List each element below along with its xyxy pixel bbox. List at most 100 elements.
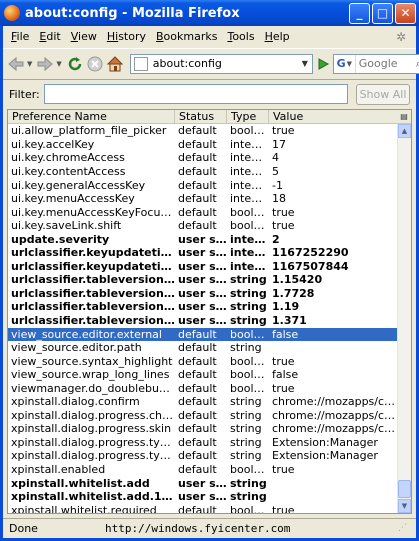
table-row[interactable]: update.severity user setinteger2	[8, 233, 397, 247]
reload-button[interactable]	[66, 53, 84, 75]
table-row[interactable]: ui.allow_platform_file_picker default bool…	[8, 124, 397, 138]
title-bar[interactable]: about:config - Mozilla Firefox _ □ ✕	[0, 0, 419, 26]
home-button[interactable]	[106, 53, 124, 75]
search-engine-selector[interactable]: G ▼	[334, 54, 356, 73]
address-bar[interactable]: ▼	[129, 53, 313, 74]
table-row[interactable]: urlclassifier.tableversion.goog...user s…	[8, 287, 397, 301]
table-row[interactable]: xpinstall.dialog.progress.type.chr...def…	[8, 436, 397, 450]
menu-item[interactable]: Edit	[35, 30, 66, 43]
menu-item[interactable]: Tools	[223, 30, 260, 43]
table-row[interactable]: urlclassifier.tableversion.goog...user s…	[8, 314, 397, 328]
table-row[interactable]: view_source.wrap_long_lines default boolea…	[8, 368, 397, 382]
status-cell: default	[178, 463, 217, 477]
go-button[interactable]	[316, 57, 330, 71]
scroll-up-arrow-icon[interactable]: ▲	[398, 124, 411, 139]
back-history-dropdown[interactable]: ▼	[27, 60, 32, 68]
menu-item[interactable]: History	[103, 30, 152, 43]
value-cell: false	[272, 368, 299, 382]
table-row[interactable]: ui.key.menuAccessKeyFocuses default boolea…	[8, 206, 397, 220]
forward-button[interactable]	[36, 53, 54, 75]
table-row[interactable]: ui.key.saveLink.shift default booleantrue	[8, 219, 397, 233]
status-cell: default	[178, 368, 217, 382]
status-cell: user set	[178, 490, 227, 504]
table-row[interactable]: xpinstall.whitelist.add user set string	[8, 477, 397, 491]
table-row[interactable]: xpinstall.whitelist.add.103 user set strin…	[8, 490, 397, 504]
url-input[interactable]	[152, 57, 298, 71]
menu-item[interactable]: File	[7, 30, 35, 43]
type-cell: string	[230, 422, 262, 436]
value-cell	[269, 490, 397, 504]
column-header-type[interactable]: Type	[227, 110, 269, 124]
value-cell: 18	[272, 192, 286, 206]
menu-item-label: ile	[16, 30, 30, 44]
firefox-logo-icon	[4, 5, 20, 21]
stop-button[interactable]	[86, 53, 104, 75]
status-cell: default	[178, 449, 217, 463]
table-row[interactable]: urlclassifier.keyupdatetime.ht...user se…	[8, 246, 397, 260]
go-arrow-icon	[318, 57, 329, 70]
pref-name-cell: ui.key.accelKey	[11, 137, 95, 151]
resize-grip-icon[interactable]: ⋰	[398, 523, 410, 535]
value-cell	[269, 477, 397, 491]
type-cell: string	[230, 435, 262, 449]
pref-name-cell: view_source.syntax_highlight	[11, 354, 173, 368]
table-row[interactable]: urlclassifier.tableversion.goog...user s…	[8, 300, 397, 314]
column-header-status[interactable]: Status	[175, 110, 227, 124]
menu-item[interactable]: Bookmarks	[152, 30, 223, 43]
table-row[interactable]: urlclassifier.keyupdatetime.ht...user se…	[8, 260, 397, 274]
table-row[interactable]: ui.key.accelKey default integer 17	[8, 138, 397, 152]
table-row[interactable]: ui.key.chromeAccess default integer 4	[8, 151, 397, 165]
type-cell: integer	[230, 192, 269, 206]
filter-input[interactable]	[43, 84, 348, 105]
column-header-preference-name[interactable]: Preference Name	[8, 110, 175, 124]
pref-name-cell: xpinstall.whitelist.add	[11, 476, 150, 490]
value-cell: chrome://mozapps/conte...	[272, 408, 397, 422]
table-row[interactable]: ui.key.generalAccessKey default integer -1	[8, 179, 397, 193]
table-row[interactable]: xpinstall.whitelist.required default boole…	[8, 504, 397, 513]
maximize-button[interactable]: □	[372, 2, 393, 24]
pref-name-cell: update.severity	[11, 232, 110, 246]
status-cell: user set	[178, 476, 227, 490]
table-row[interactable]: urlclassifier.tableversion.goog...user s…	[8, 273, 397, 287]
table-row[interactable]: xpinstall.dialog.progress.type.skindefau…	[8, 449, 397, 463]
preferences-table[interactable]: Preference Name Status Type Value ▤ ui.a…	[7, 109, 412, 515]
table-row[interactable]: viewmanager.do_doublebufferingdefault boo…	[8, 382, 397, 396]
pref-name-cell: ui.key.generalAccessKey	[11, 178, 146, 192]
vertical-scrollbar[interactable]: ▲ ▼	[397, 124, 411, 514]
close-button[interactable]: ✕	[395, 2, 416, 24]
table-row[interactable]: ui.key.contentAccess default integer 5	[8, 165, 397, 179]
pref-name-cell: ui.key.contentAccess	[11, 165, 126, 178]
column-header-value[interactable]: Value	[269, 110, 397, 123]
table-row[interactable]: view_source.syntax_highlight default boole…	[8, 355, 397, 369]
show-all-button[interactable]: Show All	[356, 83, 410, 105]
menu-item[interactable]: View	[67, 30, 103, 43]
scroll-down-arrow-icon[interactable]: ▼	[398, 499, 411, 514]
value-cell: -1	[272, 178, 283, 192]
status-cell: default	[178, 395, 217, 409]
column-picker-icon[interactable]: ▤	[397, 110, 411, 123]
menu-item-label: iew	[78, 30, 97, 44]
type-cell: boolean	[230, 327, 269, 341]
url-history-dropdown[interactable]: ▼	[298, 59, 312, 68]
value-cell: true	[272, 354, 295, 368]
search-input[interactable]	[355, 56, 416, 72]
search-bar[interactable]: G▼ ⌕	[332, 53, 419, 74]
value-cell: chrome://mozapps/conte...	[272, 422, 397, 436]
table-row[interactable]: ui.key.menuAccessKey default integer 18	[8, 192, 397, 206]
table-row[interactable]: view_source.editor.external default boolea…	[8, 327, 397, 342]
table-row[interactable]: xpinstall.dialog.progress.skin default str…	[8, 422, 397, 436]
back-button[interactable]	[7, 53, 25, 75]
pref-name-cell: urlclassifier.keyupdatetime.ht...	[11, 246, 175, 260]
table-row[interactable]: view_source.editor.path default string	[8, 341, 397, 355]
forward-history-dropdown[interactable]: ▼	[56, 60, 61, 68]
table-row[interactable]: xpinstall.dialog.progress.chrome default s…	[8, 409, 397, 423]
scrollbar-thumb[interactable]	[398, 480, 411, 499]
table-row[interactable]: xpinstall.dialog.confirm default string chr…	[8, 395, 397, 409]
search-engine-label: G	[336, 57, 346, 71]
type-cell: integer	[230, 165, 269, 178]
table-row[interactable]: xpinstall.enabled default booleantrue	[8, 463, 397, 477]
menu-item[interactable]: Help	[261, 30, 296, 43]
type-cell: string	[230, 476, 267, 490]
minimize-button[interactable]: _	[349, 2, 370, 24]
status-cell: user set	[178, 232, 227, 246]
